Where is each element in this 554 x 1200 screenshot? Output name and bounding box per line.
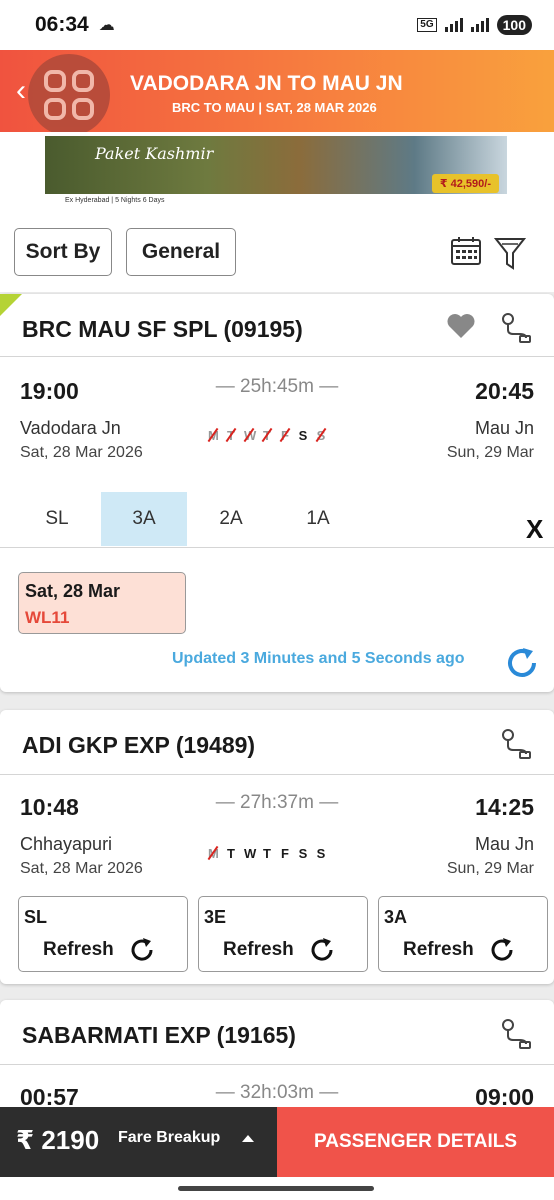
filter-row: Sort By General <box>0 210 554 292</box>
day-sat: S <box>298 428 308 443</box>
class-tab-3a[interactable]: 3A <box>101 492 187 546</box>
system-nav-bar <box>0 1177 554 1200</box>
passenger-details-button[interactable]: PASSENGER DETAILS <box>277 1107 554 1177</box>
day-wed: W <box>244 428 257 443</box>
sort-by-button[interactable]: Sort By <box>14 228 112 276</box>
day-mon: M <box>208 846 219 861</box>
refresh-icon[interactable] <box>309 937 335 963</box>
running-days: M T W T F S S <box>208 846 326 861</box>
status-time: 06:34 <box>35 13 89 36</box>
availability-status: WL11 <box>25 608 70 627</box>
class-name: 3A <box>384 907 408 927</box>
class-name: 3E <box>204 907 227 927</box>
availability-date: Sat, 28 Mar <box>25 581 121 601</box>
day-thu: T <box>263 846 271 861</box>
day-tue: T <box>227 428 235 443</box>
general-filter-button[interactable]: General <box>126 228 236 276</box>
refresh-icon[interactable] <box>504 645 540 681</box>
signal-icon-2 <box>470 18 489 32</box>
day-fri: F <box>281 428 289 443</box>
signal-icon <box>444 18 463 32</box>
banner-title: Paket Kashmir <box>95 144 214 163</box>
to-date: Sun, 29 Mar <box>446 860 534 877</box>
class-tab-sl[interactable]: SL <box>14 492 100 546</box>
train-card-3[interactable]: SABARMATI EXP (19165) 00:57 — 32h:03m — … <box>0 1000 554 1120</box>
route-icon[interactable] <box>500 310 532 344</box>
network-type: 5G <box>417 18 437 32</box>
journey-duration: — 27h:37m — <box>215 792 339 813</box>
banner-strip: Ex Hyderabad | 5 Nights 6 Days <box>45 194 507 208</box>
calendar-icon[interactable] <box>450 236 482 266</box>
app-header: ‹ VADODARA JN TO MAU JN BRC TO MAU | SAT… <box>0 50 554 136</box>
page-subtitle: BRC TO MAU | SAT, 28 MAR 2026 <box>172 100 377 115</box>
class-box-sl[interactable]: SL Refresh <box>18 896 188 972</box>
to-date: Sun, 29 Mar <box>446 444 534 461</box>
class-box-3a[interactable]: 3A Refresh <box>378 896 548 972</box>
duration-value: 25h:45m <box>240 376 314 397</box>
from-date: Sat, 28 Mar 2026 <box>20 860 143 877</box>
arrival-time: 14:25 <box>475 794 534 820</box>
class-name: SL <box>24 907 48 927</box>
day-mon: M <box>208 428 219 443</box>
card-corner-marker <box>0 294 22 316</box>
fare-amount: ₹ 2190 <box>16 1125 100 1155</box>
battery-indicator: 100 <box>496 15 532 35</box>
fare-breakup-link[interactable]: Fare Breakup <box>118 1129 220 1147</box>
banner-price: ₹ 42,590/- <box>431 174 499 193</box>
route-icon[interactable] <box>500 726 532 760</box>
status-bar: 06:34 ☁ 5G 100 <box>0 0 554 50</box>
card-divider <box>0 774 554 775</box>
train-name: BRC MAU SF SPL (09195) <box>22 316 303 342</box>
duration-value: 32h:03m <box>240 1082 314 1103</box>
heart-icon[interactable] <box>446 312 476 340</box>
card-divider <box>0 356 554 357</box>
day-wed: W <box>244 846 257 861</box>
refresh-icon[interactable] <box>129 937 155 963</box>
journey-duration: — 25h:45m — <box>215 376 339 397</box>
train-name: ADI GKP EXP (19489) <box>22 732 256 758</box>
duration-value: 27h:37m <box>240 792 314 813</box>
to-station: Mau Jn <box>474 834 534 854</box>
class-box-3e[interactable]: 3E Refresh <box>198 896 368 972</box>
route-icon[interactable] <box>500 1016 532 1050</box>
close-classes-button[interactable]: X <box>526 514 543 545</box>
day-thu: T <box>263 428 271 443</box>
filter-icon[interactable] <box>494 236 526 272</box>
class-tab-1a[interactable]: 1A <box>275 492 361 546</box>
day-fri: F <box>281 846 289 861</box>
day-tue: T <box>227 846 235 861</box>
updated-text: Updated 3 Minutes and 5 Seconds ago <box>172 650 465 667</box>
from-station: Chhayapuri <box>20 834 113 854</box>
from-station: Vadodara Jn <box>20 418 121 438</box>
class-refresh-label: Refresh <box>403 939 474 960</box>
train-name: SABARMATI EXP (19165) <box>22 1022 296 1048</box>
class-refresh-label: Refresh <box>43 939 114 960</box>
home-handle[interactable] <box>178 1186 374 1191</box>
journey-duration: — 32h:03m — <box>215 1082 339 1103</box>
day-sun: S <box>316 846 326 861</box>
availability-box[interactable]: Sat, 28 Mar WL11 <box>18 572 186 634</box>
arrival-time: 20:45 <box>475 378 534 404</box>
class-refresh-label: Refresh <box>223 939 294 960</box>
card-divider <box>0 1064 554 1065</box>
day-sun: S <box>316 428 326 443</box>
caret-up-icon[interactable] <box>242 1135 254 1142</box>
ad-banner[interactable]: Paket Kashmir ₹ 42,590/- Ex Hyderabad | … <box>45 136 507 208</box>
to-station: Mau Jn <box>474 418 534 438</box>
ad-banner-area: Paket Kashmir ₹ 42,590/- Ex Hyderabad | … <box>0 132 554 210</box>
app-grid-icon[interactable] <box>28 54 110 136</box>
from-date: Sat, 28 Mar 2026 <box>20 444 143 461</box>
fare-section[interactable]: ₹ 2190 Fare Breakup <box>0 1107 277 1177</box>
class-tab-2a[interactable]: 2A <box>188 492 274 546</box>
weather-icon: ☁ <box>98 17 115 34</box>
tabs-divider <box>0 547 554 548</box>
refresh-icon[interactable] <box>489 937 515 963</box>
bottom-bar: ₹ 2190 Fare Breakup PASSENGER DETAILS <box>0 1107 554 1177</box>
page-title: VADODARA JN TO MAU JN <box>130 72 403 95</box>
day-sat: S <box>298 846 308 861</box>
running-days: M T W T F S S <box>208 428 326 443</box>
